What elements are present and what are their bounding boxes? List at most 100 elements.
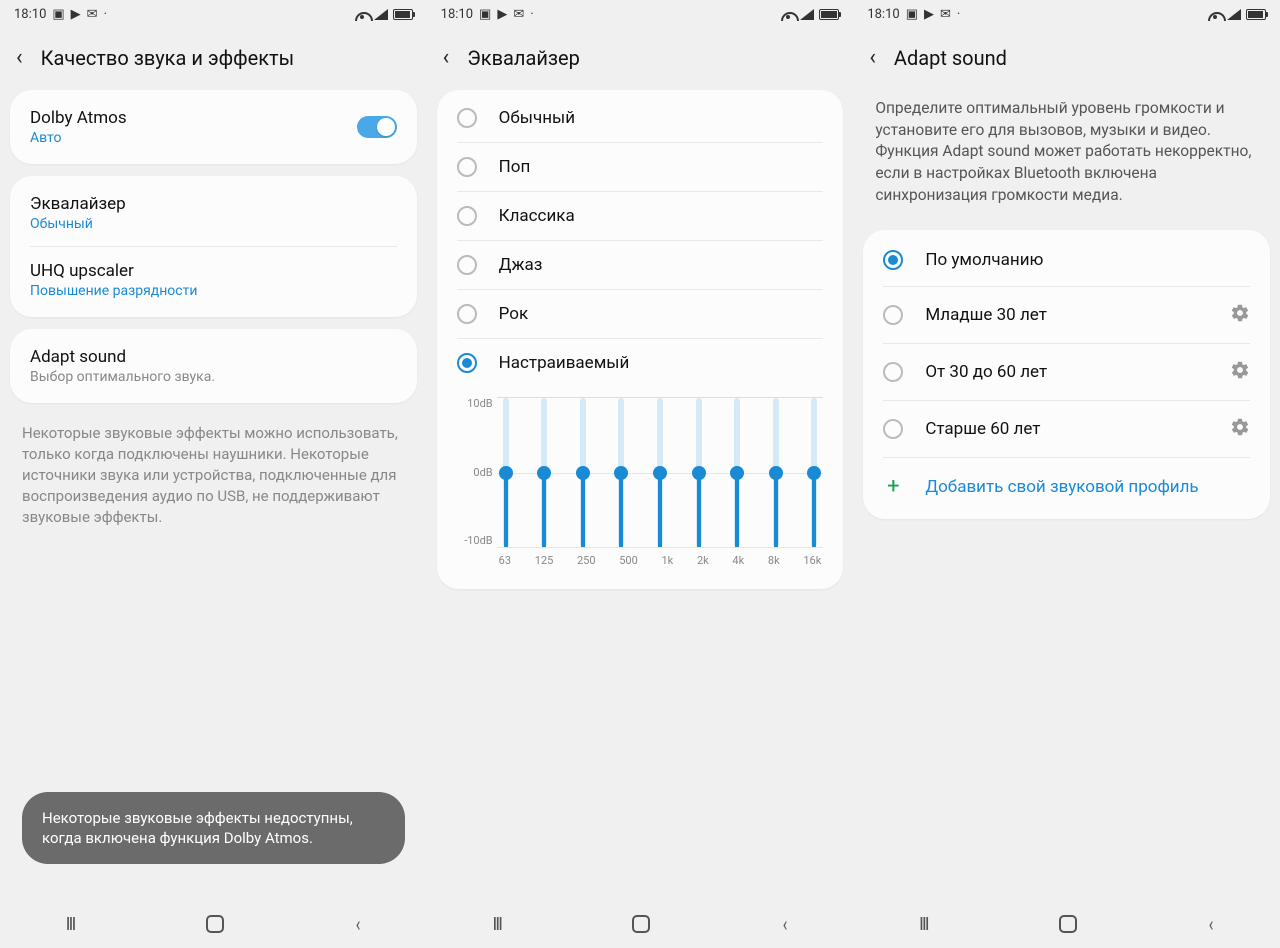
eq-preset-label: Поп (499, 157, 824, 177)
equalizer-row[interactable]: Эквалайзер Обычный (10, 180, 417, 246)
nav-home-button[interactable] (1059, 915, 1077, 933)
eq-band-slider[interactable] (773, 398, 779, 547)
eq-ylabel-bot: -10dB (457, 534, 493, 547)
eq-plot (497, 397, 824, 547)
eq-band-slider[interactable] (696, 398, 702, 547)
image-icon: ▣ (906, 7, 918, 22)
dolby-title: Dolby Atmos (30, 108, 127, 128)
nav-home-button[interactable] (632, 915, 650, 933)
mail-icon: ✉ (87, 7, 98, 22)
eq-band-slider[interactable] (580, 398, 586, 547)
eq-preset-row[interactable]: Джаз (437, 241, 844, 289)
radio-icon[interactable] (883, 305, 903, 325)
dolby-card: Dolby Atmos Авто (10, 90, 417, 164)
eq-xlabel: 250 (577, 554, 596, 567)
screen-equalizer: 18:10 ▣ ▶ ✉ · ‹ Эквалайзер Обычный Поп Кла… (427, 0, 854, 948)
nav-back-button[interactable]: ‹ (356, 912, 361, 936)
adapt-sound-row[interactable]: Adapt sound Выбор оптимального звука. (10, 333, 417, 399)
radio-icon[interactable] (457, 353, 477, 373)
navbar: III ‹ (853, 900, 1280, 948)
eq-preset-row[interactable]: Классика (437, 192, 844, 240)
statusbar: 18:10 ▣ ▶ ✉ · (853, 0, 1280, 28)
radio-icon[interactable] (883, 362, 903, 382)
adapt-title: Adapt sound (30, 347, 215, 367)
eq-preset-row[interactable]: Рок (437, 290, 844, 338)
statusbar: 18:10 ▣ ▶ ✉ · (0, 0, 427, 28)
eq-preset-label: Джаз (499, 255, 824, 275)
gear-icon[interactable] (1230, 303, 1250, 327)
eq-preset-row[interactable]: Поп (437, 143, 844, 191)
eq-xlabel: 125 (535, 554, 554, 567)
gear-icon[interactable] (1230, 360, 1250, 384)
add-profile-row[interactable]: +Добавить свой звуковой профиль (863, 458, 1270, 515)
adapt-option-row[interactable]: Старше 60 лет (863, 401, 1270, 457)
adapt-option-row[interactable]: От 30 до 60 лет (863, 344, 1270, 400)
radio-icon[interactable] (883, 250, 903, 270)
adapt-card: Adapt sound Выбор оптимального звука. (10, 329, 417, 403)
signal-icon (800, 9, 814, 20)
eq-band-slider[interactable] (734, 398, 740, 547)
eq-band-slider[interactable] (657, 398, 663, 547)
eq-band-slider[interactable] (503, 398, 509, 547)
radio-icon[interactable] (457, 206, 477, 226)
eq-xlabel: 4k (732, 554, 744, 567)
nav-recent-button[interactable]: III (66, 914, 75, 935)
dolby-atmos-row[interactable]: Dolby Atmos Авто (10, 94, 417, 160)
settings-card: Эквалайзер Обычный UHQ upscaler Повышени… (10, 176, 417, 317)
uhq-sub: Повышение разрядности (30, 283, 197, 299)
eq-y-axis: 10dB 0dB -10dB (457, 397, 493, 547)
adapt-option-label: По умолчанию (925, 250, 1250, 270)
more-icon: · (957, 7, 960, 22)
uhq-row[interactable]: UHQ upscaler Повышение разрядности (10, 247, 417, 313)
eq-band-slider[interactable] (541, 398, 547, 547)
nav-recent-button[interactable]: III (492, 914, 501, 935)
nav-home-button[interactable] (206, 915, 224, 933)
uhq-title: UHQ upscaler (30, 261, 197, 281)
statusbar: 18:10 ▣ ▶ ✉ · (427, 0, 854, 28)
gear-icon[interactable] (1230, 417, 1250, 441)
radio-icon[interactable] (457, 108, 477, 128)
battery-icon (393, 9, 413, 20)
back-button[interactable]: ‹ (869, 47, 876, 69)
eq-preset-row[interactable]: Настраиваемый (437, 339, 844, 387)
adapt-description: Определите оптимальный уровень громкости… (853, 84, 1280, 224)
eq-band-slider[interactable] (618, 398, 624, 547)
image-icon: ▣ (479, 7, 491, 22)
plus-icon: + (883, 474, 903, 499)
eq-band-slider[interactable] (811, 398, 817, 547)
eq-xlabel: 1k (661, 554, 673, 567)
navbar: III ‹ (427, 900, 854, 948)
play-icon: ▶ (497, 7, 507, 22)
status-time: 18:10 (867, 7, 899, 22)
nav-recent-button[interactable]: III (919, 914, 928, 935)
status-time: 18:10 (14, 7, 46, 22)
radio-icon[interactable] (457, 304, 477, 324)
eq-preset-label: Обычный (499, 108, 824, 128)
back-button[interactable]: ‹ (443, 47, 450, 69)
eq-xlabel: 63 (499, 554, 511, 567)
header: ‹ Adapt sound (853, 28, 1280, 84)
back-button[interactable]: ‹ (16, 47, 23, 69)
page-title: Качество звука и эффекты (41, 46, 295, 70)
eq-xlabel: 500 (619, 554, 638, 567)
play-icon: ▶ (71, 7, 81, 22)
mail-icon: ✉ (513, 7, 524, 22)
radio-icon[interactable] (883, 419, 903, 439)
eq-chart[interactable]: 10dB 0dB -10dB 631252505001k2k4k8k16k (497, 397, 824, 567)
radio-icon[interactable] (457, 255, 477, 275)
dolby-toggle[interactable] (357, 116, 397, 138)
adapt-option-row[interactable]: По умолчанию (863, 234, 1270, 286)
nav-back-button[interactable]: ‹ (782, 912, 787, 936)
battery-icon (819, 9, 839, 20)
header: ‹ Качество звука и эффекты (0, 28, 427, 84)
screen-adapt-sound: 18:10 ▣ ▶ ✉ · ‹ Adapt sound Определите о… (853, 0, 1280, 948)
eq-preset-row[interactable]: Обычный (437, 94, 844, 142)
battery-icon (1246, 9, 1266, 20)
wifi-icon (781, 7, 795, 21)
page-title: Эквалайзер (467, 46, 580, 70)
nav-back-button[interactable]: ‹ (1209, 912, 1214, 936)
adapt-option-row[interactable]: Младше 30 лет (863, 287, 1270, 343)
radio-icon[interactable] (457, 157, 477, 177)
more-icon: · (530, 7, 533, 22)
image-icon: ▣ (52, 7, 64, 22)
